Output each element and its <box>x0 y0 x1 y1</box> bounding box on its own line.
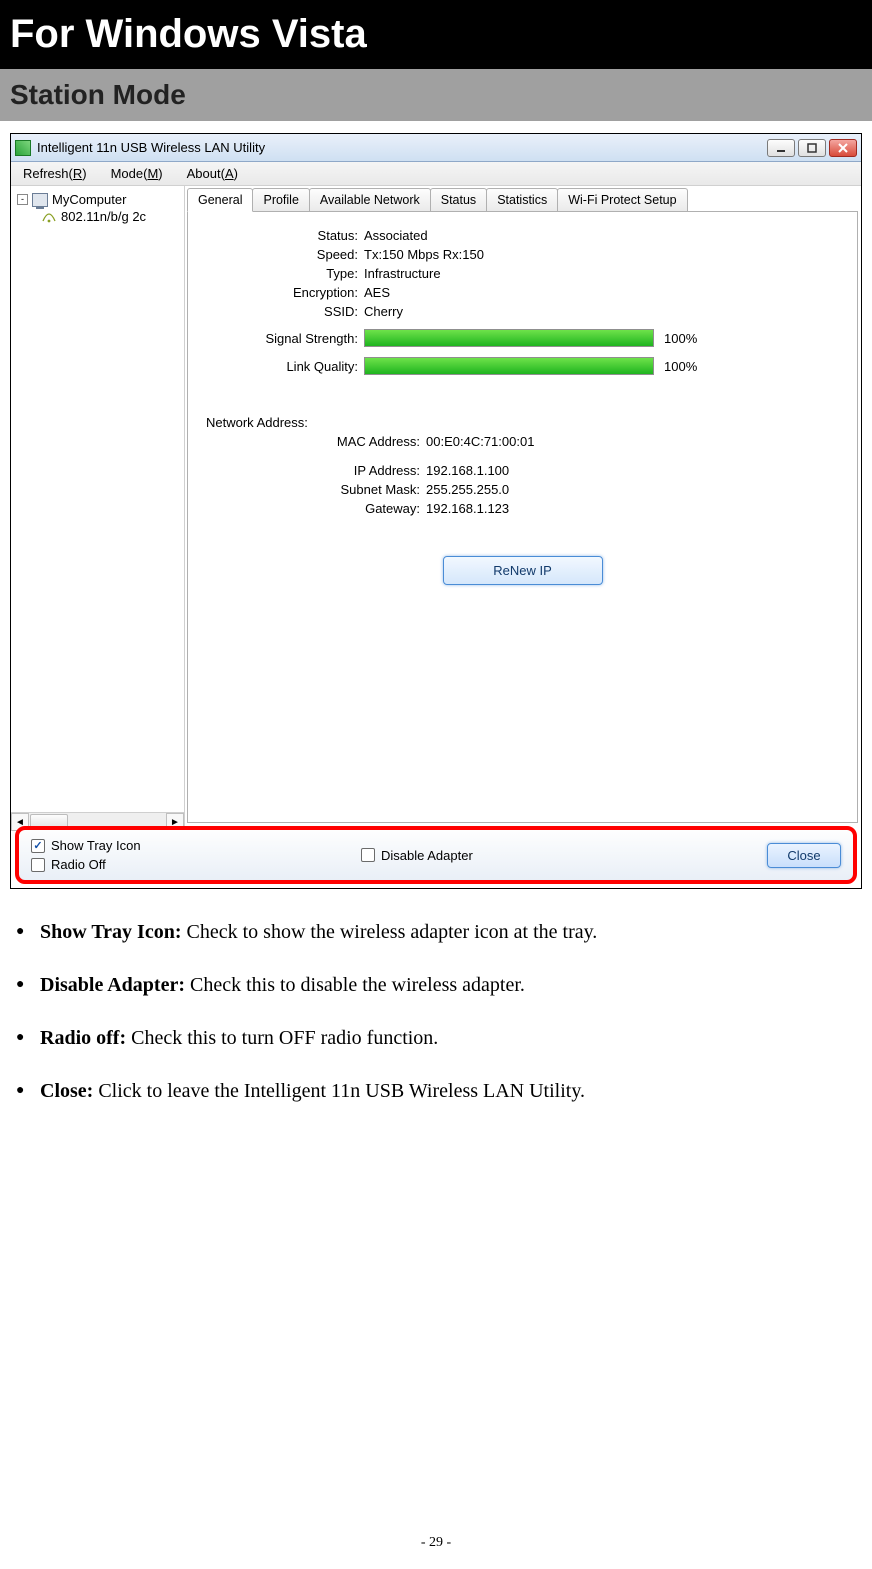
label-network-address: Network Address: <box>206 415 857 430</box>
tree-child-node[interactable]: 802.11n/b/g 2c <box>13 209 182 224</box>
tab-status[interactable]: Status <box>430 188 487 211</box>
label-status: Status: <box>194 228 364 243</box>
window-title: Intelligent 11n USB Wireless LAN Utility <box>37 140 764 155</box>
app-icon <box>15 140 31 156</box>
term: Show Tray Icon: <box>40 921 182 943</box>
label-speed: Speed: <box>194 247 364 262</box>
term: Disable Adapter: <box>40 974 185 996</box>
label-disable-adapter: Disable Adapter <box>381 848 473 863</box>
minimize-button[interactable] <box>767 139 795 157</box>
page-heading-1: For Windows Vista <box>0 0 872 69</box>
checkbox-disable-adapter[interactable]: Disable Adapter <box>361 848 473 863</box>
label-gateway: Gateway: <box>206 501 426 516</box>
renew-ip-button[interactable]: ReNew IP <box>443 556 603 585</box>
label-link-quality: Link Quality: <box>194 359 364 374</box>
label-ip: IP Address: <box>206 463 426 478</box>
label-ssid: SSID: <box>194 304 364 319</box>
checkbox-icon <box>361 848 375 862</box>
tree-root-node[interactable]: - MyComputer <box>13 192 182 207</box>
tab-general[interactable]: General <box>187 188 253 212</box>
list-item: Radio off: Check this to turn OFF radio … <box>40 1025 848 1052</box>
value-status: Associated <box>364 228 857 243</box>
value-encryption: AES <box>364 285 857 300</box>
explanation-list: Show Tray Icon: Check to show the wirele… <box>40 919 848 1105</box>
page-number: - 29 - <box>0 1535 872 1551</box>
list-item: Close: Click to leave the Intelligent 11… <box>40 1078 848 1105</box>
checkbox-icon <box>31 858 45 872</box>
label-mac: MAC Address: <box>206 434 426 449</box>
desc: Check this to turn OFF radio function. <box>126 1027 438 1049</box>
tab-profile[interactable]: Profile <box>252 188 309 211</box>
tab-bar: General Profile Available Network Status… <box>187 188 861 211</box>
desc: Check to show the wireless adapter icon … <box>182 921 598 943</box>
list-item: Show Tray Icon: Check to show the wirele… <box>40 919 848 946</box>
menu-bar: Refresh(R) Mode(M) About(A) <box>11 162 861 186</box>
checkbox-show-tray-icon[interactable]: Show Tray Icon <box>31 838 361 853</box>
desc: Check this to disable the wireless adapt… <box>185 974 525 996</box>
tab-wifi-protect-setup[interactable]: Wi-Fi Protect Setup <box>557 188 687 211</box>
value-mac: 00:E0:4C:71:00:01 <box>426 434 857 449</box>
menu-mode[interactable]: Mode(M) <box>99 166 175 181</box>
tree-root-label: MyComputer <box>52 192 126 207</box>
checkbox-radio-off[interactable]: Radio Off <box>31 857 361 872</box>
close-button[interactable]: Close <box>767 843 841 868</box>
footer-highlight: Show Tray Icon Radio Off Disable Adapter… <box>15 826 857 884</box>
link-quality-bar <box>364 357 654 375</box>
app-window: Intelligent 11n USB Wireless LAN Utility… <box>10 133 862 889</box>
term: Close: <box>40 1080 93 1102</box>
maximize-button[interactable] <box>798 139 826 157</box>
value-speed: Tx:150 Mbps Rx:150 <box>364 247 857 262</box>
value-subnet: 255.255.255.0 <box>426 482 857 497</box>
signal-strength-bar <box>364 329 654 347</box>
tab-panel-general: Status:Associated Speed:Tx:150 Mbps Rx:1… <box>187 211 858 823</box>
page-heading-2: Station Mode <box>0 69 872 121</box>
term: Radio off: <box>40 1027 126 1049</box>
label-type: Type: <box>194 266 364 281</box>
tab-statistics[interactable]: Statistics <box>486 188 558 211</box>
value-ip: 192.168.1.100 <box>426 463 857 478</box>
title-bar: Intelligent 11n USB Wireless LAN Utility <box>11 134 861 162</box>
menu-refresh[interactable]: Refresh(R) <box>11 166 99 181</box>
wlan-adapter-icon <box>41 211 57 223</box>
value-ssid: Cherry <box>364 304 857 319</box>
label-radio-off: Radio Off <box>51 857 106 872</box>
tab-available-network[interactable]: Available Network <box>309 188 431 211</box>
value-gateway: 192.168.1.123 <box>426 501 857 516</box>
value-type: Infrastructure <box>364 266 857 281</box>
window-close-button[interactable] <box>829 139 857 157</box>
label-encryption: Encryption: <box>194 285 364 300</box>
value-link-quality: 100% <box>664 359 697 374</box>
desc: Click to leave the Intelligent 11n USB W… <box>93 1080 585 1102</box>
value-signal-strength: 100% <box>664 331 697 346</box>
device-tree: - MyComputer 802.11n/b/g 2c ◄ ► <box>11 186 185 830</box>
label-subnet: Subnet Mask: <box>206 482 426 497</box>
label-show-tray-icon: Show Tray Icon <box>51 838 141 853</box>
computer-icon <box>32 193 48 207</box>
label-signal-strength: Signal Strength: <box>194 331 364 346</box>
tree-collapse-icon[interactable]: - <box>17 194 28 205</box>
list-item: Disable Adapter: Check this to disable t… <box>40 972 848 999</box>
checkbox-icon <box>31 839 45 853</box>
tree-child-label: 802.11n/b/g 2c <box>61 209 146 224</box>
menu-about[interactable]: About(A) <box>175 166 250 181</box>
